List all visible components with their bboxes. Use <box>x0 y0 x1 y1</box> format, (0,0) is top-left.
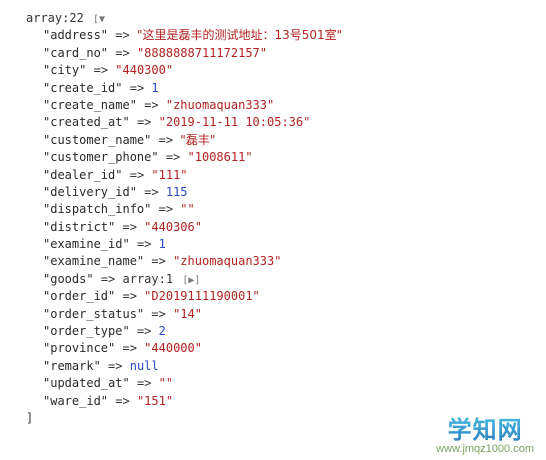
dump-entry: "remark" => null <box>26 358 536 375</box>
entry-arrow: => <box>115 45 130 60</box>
entry-key: "province" <box>43 341 116 356</box>
dump-entry: "examine_id" => 1 <box>26 236 536 253</box>
dump-entry: "order_status" => "14" <box>26 306 536 323</box>
dump-entry: "create_name" => "zhuomaquan333" <box>26 97 536 114</box>
entry-value: array:1 <box>122 271 174 286</box>
dump-entry: "order_type" => 2 <box>26 323 536 340</box>
entry-value: 2 <box>158 324 166 339</box>
entry-key: "card_no" <box>43 45 109 60</box>
entry-key: "order_type" <box>43 324 130 339</box>
entry-key: "create_id" <box>43 80 123 95</box>
entry-arrow: => <box>122 289 137 304</box>
entry-value: null <box>129 358 159 373</box>
dump-entry: "ware_id" => "151" <box>26 393 536 410</box>
entry-arrow: => <box>93 63 109 78</box>
entry-value: 1 <box>151 80 159 95</box>
entry-key: "customer_phone" <box>43 150 159 165</box>
dump-entry: "address" => "这里是磊丰的测试地址：13号501室" <box>26 27 536 44</box>
entry-arrow: => <box>144 184 159 199</box>
collapse-toggle-icon[interactable]: [▼ <box>91 11 107 28</box>
entry-arrow: => <box>151 254 166 269</box>
entry-key: "remark" <box>43 358 101 373</box>
entry-key: "order_id" <box>43 289 116 304</box>
entry-key: "dealer_id" <box>43 167 123 182</box>
entry-value: 115 <box>165 184 188 199</box>
dump-entry: "examine_name" => "zhuomaquan333" <box>26 253 536 270</box>
entry-key: "dispatch_info" <box>43 202 152 217</box>
dump-entry: "create_id" => 1 <box>26 80 536 97</box>
entry-value: 1 <box>158 237 166 252</box>
dump-entry: "dealer_id" => "111" <box>26 167 536 184</box>
entry-key: "city" <box>43 63 87 78</box>
entry-arrow: => <box>115 28 130 43</box>
entry-key: "delivery_id" <box>43 184 137 199</box>
entry-key: "ware_id" <box>43 393 109 408</box>
entry-value: "zhuomaquan333" <box>165 97 275 112</box>
entry-value: "111" <box>151 167 188 182</box>
dump-header: array:22 [▼ <box>26 10 536 27</box>
entry-value: "磊丰" <box>180 132 216 147</box>
entry-arrow: => <box>122 219 137 234</box>
entry-arrow: => <box>136 115 152 130</box>
entry-arrow: => <box>115 393 130 408</box>
entry-key: "created_at" <box>43 115 130 130</box>
dump-entry: "created_at" => "2019-11-11 10:05:36" <box>26 114 536 131</box>
entry-value: "1008611" <box>187 150 253 165</box>
entry-arrow: => <box>108 358 123 373</box>
entry-arrow: => <box>100 271 116 286</box>
entry-value: "151" <box>136 393 174 408</box>
entry-arrow: => <box>165 150 181 165</box>
watermark-url: www.jmqz1000.com <box>436 443 534 455</box>
dump-entry: "goods" => array:1 [▶] <box>26 271 536 288</box>
entry-value: "" <box>180 202 195 217</box>
var-dump: array:22 [▼ "address" => "这里是磊丰的测试地址：13号… <box>26 10 536 427</box>
dump-entry: "card_no" => "8888888711172157" <box>26 45 536 62</box>
entry-value: "这里是磊丰的测试地址：13号501室" <box>136 28 343 43</box>
expand-toggle-icon[interactable]: [▶] <box>180 272 202 289</box>
array-label: array:22 <box>26 11 84 25</box>
entry-value: "440306" <box>144 219 202 234</box>
dump-entry: "dispatch_info" => "" <box>26 201 536 218</box>
dump-entry: "district" => "440306" <box>26 219 536 236</box>
entry-arrow: => <box>129 167 145 182</box>
entry-key: "address" <box>43 28 109 43</box>
entry-key: "customer_name" <box>43 132 152 147</box>
entry-value: "440000" <box>144 341 202 356</box>
dump-entry: "order_id" => "D2019111190001" <box>26 288 536 305</box>
entry-value: "8888888711172157" <box>136 45 267 60</box>
dump-entry: "customer_phone" => "1008611" <box>26 149 536 166</box>
entry-arrow: => <box>144 97 159 112</box>
watermark-logo: 学知网 <box>436 417 534 443</box>
entry-list: "address" => "这里是磊丰的测试地址：13号501室" "card_n… <box>26 27 536 410</box>
entry-value: "2019-11-11 10:05:36" <box>158 115 311 130</box>
entry-value: "440300" <box>115 63 174 78</box>
entry-value: "" <box>158 376 174 391</box>
entry-arrow: => <box>122 341 137 356</box>
dump-entry: "delivery_id" => 115 <box>26 184 536 201</box>
entry-key: "updated_at" <box>43 376 130 391</box>
entry-arrow: => <box>136 376 152 391</box>
entry-arrow: => <box>129 80 145 95</box>
entry-value: "D2019111190001" <box>144 289 260 304</box>
entry-arrow: => <box>136 237 152 252</box>
dump-entry: "province" => "440000" <box>26 340 536 357</box>
entry-key: "examine_name" <box>43 254 145 269</box>
entry-key: "order_status" <box>43 306 145 321</box>
entry-arrow: => <box>158 132 174 147</box>
entry-key: "district" <box>43 219 116 234</box>
entry-value: "14" <box>173 306 202 321</box>
entry-key: "examine_id" <box>43 237 130 252</box>
entry-key: "create_name" <box>43 97 137 112</box>
dump-entry: "updated_at" => "" <box>26 375 536 392</box>
watermark: 学知网 www.jmqz1000.com <box>436 417 534 456</box>
entry-arrow: => <box>158 202 174 217</box>
dump-entry: "customer_name" => "磊丰" <box>26 132 536 149</box>
dump-entry: "city" => "440300" <box>26 62 536 79</box>
entry-value: "zhuomaquan333" <box>173 254 282 269</box>
closing-bracket: ] <box>26 410 34 425</box>
entry-arrow: => <box>151 306 166 321</box>
entry-key: "goods" <box>43 271 94 286</box>
entry-arrow: => <box>136 324 152 339</box>
